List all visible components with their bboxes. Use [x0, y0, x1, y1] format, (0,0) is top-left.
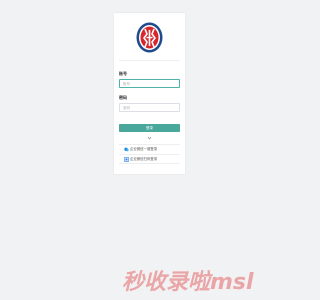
username-label: 账号 [119, 71, 127, 76]
password-label: 密码 [119, 95, 127, 100]
qrcode-login-label: 企业微信扫码登录 [130, 157, 158, 161]
expand-arrow-icon[interactable] [147, 136, 152, 141]
site-watermark: 秒收录啦msl [122, 270, 254, 295]
login-card: 账号 密码 登录 企业微信一键登录 [114, 13, 185, 174]
company-logo [136, 22, 163, 53]
qrcode-login-option[interactable]: 企业微信扫码登录 [119, 154, 180, 164]
qrcode-icon [124, 157, 129, 162]
username-input[interactable] [119, 79, 180, 88]
login-page: 账号 密码 登录 企业微信一键登录 [0, 0, 300, 300]
password-input[interactable] [119, 103, 180, 112]
login-button[interactable]: 登录 [119, 124, 180, 132]
logo-divider [119, 60, 180, 61]
wecom-icon [124, 147, 129, 152]
wecom-login-option[interactable]: 企业微信一键登录 [119, 144, 180, 154]
wecom-login-label: 企业微信一键登录 [130, 147, 158, 151]
